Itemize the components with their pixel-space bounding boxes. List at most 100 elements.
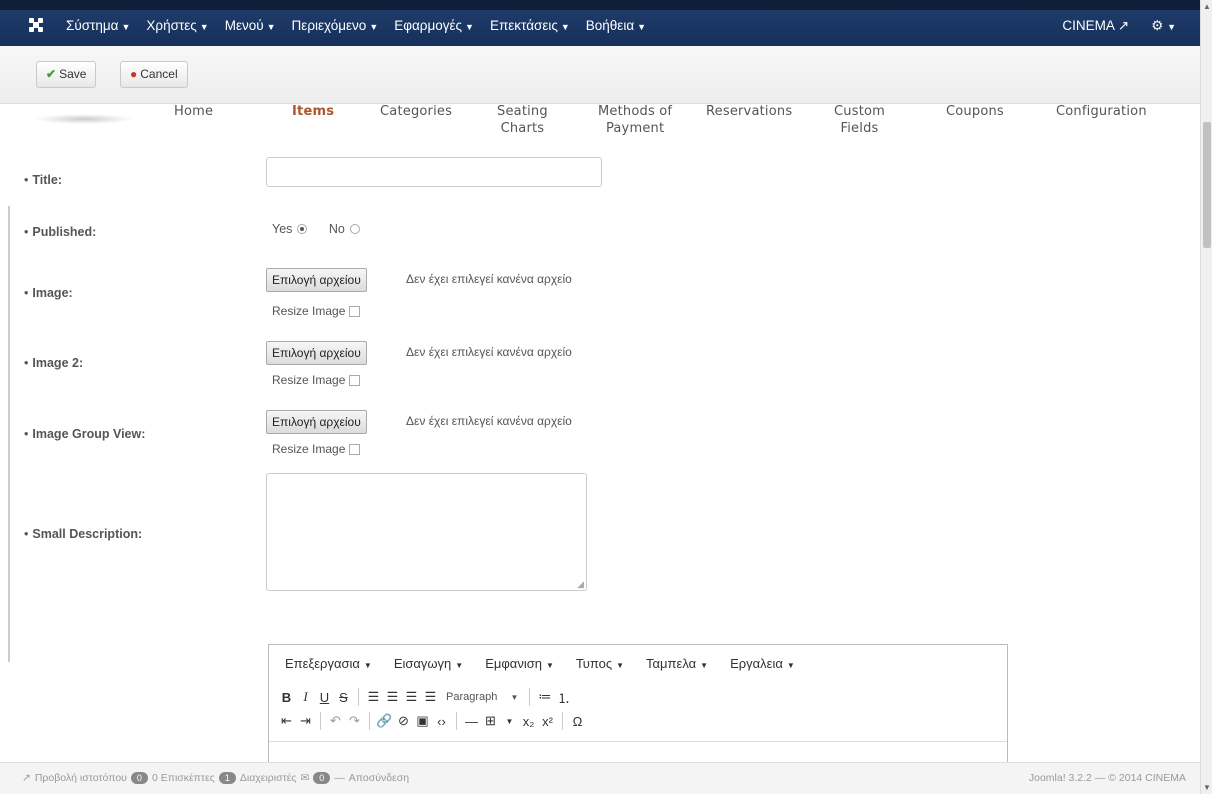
gear-icon: ⚙ — [1151, 18, 1164, 33]
subscript-icon[interactable]: x₂ — [519, 714, 538, 729]
numbered-list-icon[interactable]: ⒈ — [554, 688, 573, 707]
status-bar: ↗ Προβολή ιστοτόπου 0 0 Επισκέπτες 1 Δια… — [0, 762, 1200, 794]
image2-resize-checkbox[interactable] — [349, 375, 361, 386]
caret-down-icon: ▼ — [616, 661, 625, 670]
bold-icon[interactable]: B — [277, 690, 296, 705]
site-link[interactable]: CINEMA ↗ — [1062, 18, 1129, 34]
caret-down-icon: ▼ — [199, 22, 209, 32]
unlink-icon[interactable]: ⊘ — [394, 713, 413, 729]
image-group-no-file-text: Δεν έχει επιλεγεί κανένα αρχείο — [406, 414, 572, 428]
strikethrough-icon[interactable]: S — [334, 690, 353, 705]
image-group-label: • Image Group View: — [24, 427, 145, 441]
tab-reservations[interactable]: Reservations — [706, 103, 792, 120]
bullet: • — [24, 427, 29, 441]
editor-menu-tools-label: Εργαλεια — [730, 656, 783, 671]
tab-methods-line1: Methods of — [598, 104, 673, 119]
image2-file-button[interactable]: Επιλογή αρχείου — [266, 341, 367, 365]
resize-handle-icon[interactable]: ◢ — [577, 579, 584, 590]
cancel-button[interactable]: ● Cancel — [120, 61, 188, 88]
align-right-icon[interactable]: ☰ — [402, 689, 421, 705]
scroll-up-icon[interactable]: ▲ — [1203, 2, 1211, 11]
tab-methods-of-payment[interactable]: Methods of Payment — [598, 103, 672, 137]
editor-menu-tools[interactable]: Εργαλεια ▼ — [730, 656, 795, 685]
format-select[interactable]: Paragraph ▼ — [440, 691, 524, 703]
menu-users[interactable]: Χρήστες ▼ — [146, 18, 208, 33]
table-icon[interactable]: ⊞ — [481, 713, 500, 729]
menu-users-label: Χρήστες — [146, 18, 197, 33]
italic-icon[interactable]: I — [296, 689, 315, 705]
toolbar-separator — [320, 712, 321, 730]
toolbar-separator — [358, 688, 359, 706]
special-character-icon[interactable]: Ω — [568, 714, 587, 729]
outdent-icon[interactable]: ⇤ — [277, 713, 296, 729]
image-icon[interactable]: ▣ — [413, 713, 432, 729]
view-site-link[interactable]: Προβολή ιστοτόπου — [35, 772, 127, 784]
save-button[interactable]: ✔ Save — [36, 61, 97, 88]
site-name: CINEMA — [1062, 18, 1115, 33]
small-description-textarea[interactable]: ◢ — [266, 473, 587, 591]
tab-home-label: Home — [174, 104, 214, 119]
tab-custom-fields[interactable]: Custom Fields — [834, 103, 885, 137]
align-left-icon[interactable]: ☰ — [364, 689, 383, 705]
horizontal-rule-icon[interactable]: — — [462, 714, 481, 729]
image-resize-checkbox[interactable] — [349, 306, 361, 317]
editor-menu-edit[interactable]: Επεξεργασια ▼ — [285, 656, 372, 685]
visitors-text: 0 Επισκέπτες — [151, 772, 215, 784]
admin-menubar: Σύστημα ▼ Χρήστες ▼ Μενού ▼ Περιεχόμενο ▼ Εφ… — [0, 0, 1200, 46]
code-icon[interactable]: ‹› — [432, 714, 451, 729]
component-subnav: Home Items Categories Seating Charts Meth… — [0, 100, 1200, 158]
indent-icon[interactable]: ⇥ — [296, 713, 315, 729]
tab-coupons[interactable]: Coupons — [946, 103, 1004, 120]
image-group-file-button[interactable]: Επιλογή αρχείου — [266, 410, 367, 434]
published-yes-radio[interactable] — [297, 224, 308, 234]
tab-items[interactable]: Items — [292, 103, 334, 120]
tab-home[interactable]: Home — [174, 103, 213, 120]
external-link-icon: ↗ — [1117, 18, 1130, 33]
redo-icon[interactable]: ↷ — [345, 713, 364, 729]
align-center-icon[interactable]: ☰ — [383, 689, 402, 705]
align-justify-icon[interactable]: ☰ — [421, 689, 440, 705]
toolbar-separator — [562, 712, 563, 730]
editor-menu-format[interactable]: Τυπος ▼ — [576, 656, 624, 685]
image-group-label-text: Image Group View: — [32, 427, 146, 441]
scrollbar-thumb[interactable] — [1203, 122, 1211, 248]
editor-menu-table[interactable]: Ταμπελα ▼ — [646, 656, 708, 685]
title-label-text: Title: — [32, 173, 63, 187]
user-menu[interactable]: ⚙ ▼ — [1151, 18, 1176, 34]
editor-menu-view[interactable]: Εμφανιση ▼ — [485, 656, 554, 685]
link-icon[interactable]: 🔗 — [375, 713, 394, 729]
image-group-resize-checkbox[interactable] — [349, 444, 361, 455]
menu-content[interactable]: Περιεχόμενο ▼ — [292, 18, 379, 33]
published-no-radio[interactable] — [349, 224, 360, 234]
tab-custom-fields-line1: Custom — [834, 104, 886, 119]
image2-no-file-text: Δεν έχει επιλεγεί κανένα αρχείο — [406, 345, 572, 359]
caret-down-icon[interactable]: ▼ — [500, 717, 519, 726]
underline-icon[interactable]: U — [315, 690, 334, 705]
editor-menu-insert[interactable]: Εισαγωγη ▼ — [394, 656, 463, 685]
superscript-icon[interactable]: x² — [538, 714, 557, 729]
menu-extensions[interactable]: Επεκτάσεις ▼ — [490, 18, 570, 33]
editor-toolbar-row1: B I U S ☰ ☰ ☰ ☰ Paragraph ▼ ≔ ⒈ — [269, 685, 1007, 709]
menu-system[interactable]: Σύστημα ▼ — [66, 18, 130, 33]
menu-help[interactable]: Βοήθεια ▼ — [586, 18, 646, 33]
caret-down-icon: ▼ — [637, 22, 647, 32]
bullet-list-icon[interactable]: ≔ — [535, 689, 554, 705]
menu-help-label: Βοήθεια — [585, 18, 635, 33]
image-file-button[interactable]: Επιλογή αρχείου — [266, 268, 367, 292]
title-input[interactable] — [266, 157, 602, 187]
published-no-label: No — [328, 222, 345, 236]
bullet: • — [24, 173, 29, 187]
menu-components[interactable]: Εφαρμογές ▼ — [394, 18, 474, 33]
logout-link[interactable]: Αποσύνδεση — [349, 772, 409, 784]
undo-icon[interactable]: ↶ — [326, 713, 345, 729]
tab-categories[interactable]: Categories — [380, 103, 452, 120]
tab-configuration[interactable]: Configuration — [1056, 103, 1147, 120]
joomla-logo-icon[interactable] — [26, 15, 46, 35]
menu-menus[interactable]: Μενού ▼ — [225, 18, 276, 33]
tab-configuration-label: Configuration — [1056, 104, 1147, 119]
cancel-label: Cancel — [140, 67, 178, 81]
image2-label-text: Image 2: — [32, 356, 84, 370]
scroll-down-icon[interactable]: ▼ — [1203, 783, 1211, 792]
page-scrollbar[interactable]: ▲ ▼ — [1200, 0, 1212, 794]
tab-seating-charts[interactable]: Seating Charts — [497, 103, 548, 137]
